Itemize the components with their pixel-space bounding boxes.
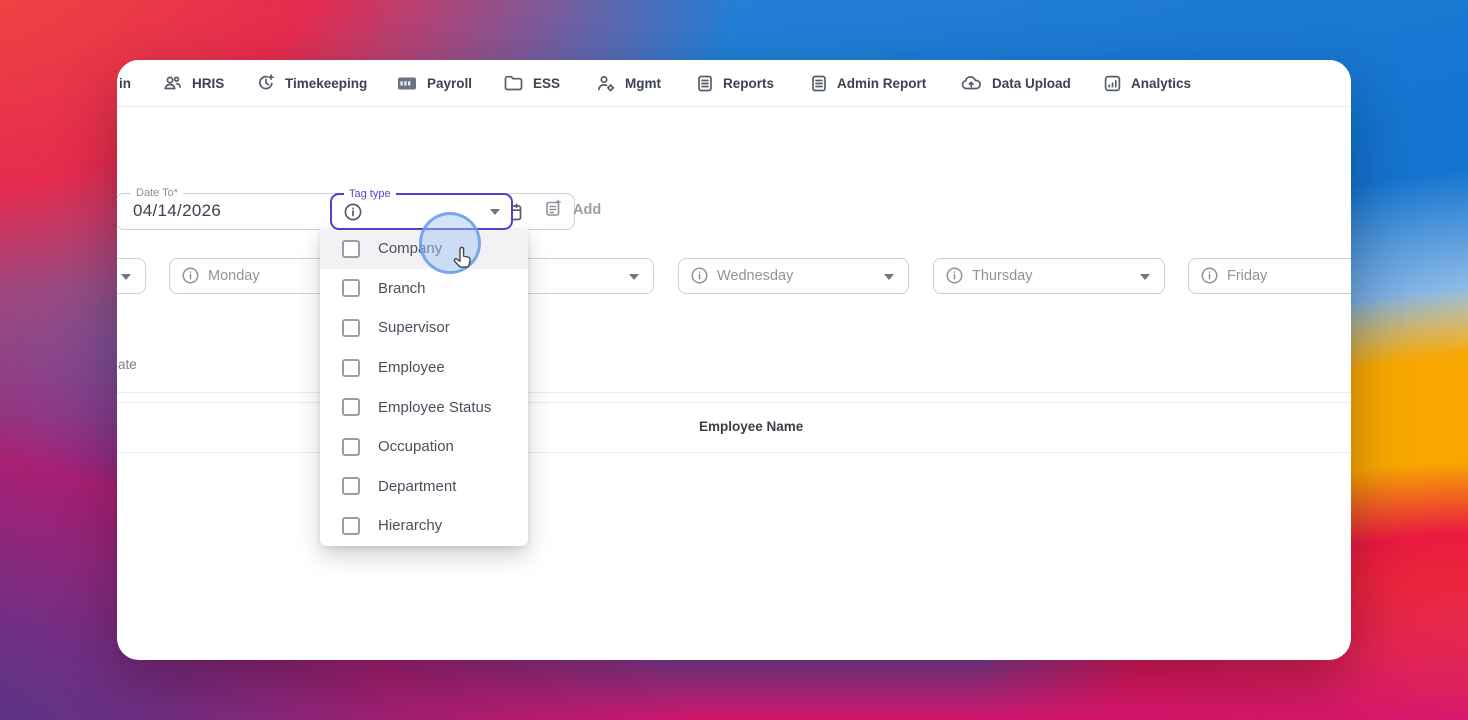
app-window: in HRIS Timekeeping Payroll ESS Mgmt Rep…	[117, 60, 1351, 660]
person-gear-icon	[597, 75, 615, 92]
add-note-icon	[545, 199, 562, 221]
day-select-wednesday[interactable]: Wednesday	[678, 258, 909, 294]
people-icon	[163, 75, 182, 91]
info-icon	[945, 266, 964, 290]
cloud-upload-icon	[961, 75, 982, 91]
chevron-down-icon	[121, 274, 131, 280]
nav-item-label: HRIS	[192, 75, 225, 91]
day-select-value: Wednesday	[717, 268, 794, 284]
chevron-down-icon	[1140, 274, 1150, 280]
nav-item-label: ESS	[533, 75, 561, 91]
day-select-partial[interactable]	[117, 258, 146, 294]
add-button-label: Add	[573, 202, 602, 218]
info-icon	[690, 266, 709, 290]
partial-left-text: ate	[118, 357, 137, 372]
nav-item-ess[interactable]: ESS	[504, 60, 560, 106]
employee-name-column-header: Employee Name	[699, 419, 804, 434]
document-icon	[697, 75, 713, 92]
chevron-down-icon	[884, 274, 894, 280]
checkbox-unchecked[interactable]	[342, 358, 360, 377]
checkbox-unchecked[interactable]	[342, 516, 360, 535]
top-navbar: in HRIS Timekeeping Payroll ESS Mgmt Rep…	[117, 60, 1351, 107]
document-icon	[811, 75, 827, 92]
nav-item-label: in	[119, 75, 131, 91]
tag-type-dropdown-menu: Company Branch Supervisor Employee Emplo…	[320, 229, 528, 546]
nav-item-payroll[interactable]: Payroll	[397, 60, 472, 106]
nav-item-analytics[interactable]: Analytics	[1104, 60, 1191, 106]
chevron-down-icon	[490, 209, 500, 215]
nav-item-label: Payroll	[427, 75, 473, 91]
folder-icon	[504, 75, 523, 91]
nav-item-data-upload[interactable]: Data Upload	[961, 60, 1071, 106]
option-supervisor[interactable]: Supervisor	[320, 308, 528, 348]
day-select-value: Thursday	[972, 268, 1033, 284]
tag-type-select[interactable]: Tag type	[330, 187, 513, 230]
nav-item-admin-report[interactable]: Admin Report	[811, 60, 926, 106]
checkbox-unchecked[interactable]	[342, 477, 360, 496]
checkbox-unchecked[interactable]	[342, 398, 360, 417]
nav-item-hris[interactable]: HRIS	[163, 60, 224, 106]
info-icon	[181, 266, 200, 290]
divider	[117, 392, 1351, 393]
bar-chart-icon	[1104, 75, 1121, 92]
info-icon	[343, 202, 363, 227]
checkbox-unchecked[interactable]	[342, 318, 360, 337]
checkbox-unchecked[interactable]	[342, 437, 360, 456]
day-select-value: Monday	[208, 268, 260, 284]
option-branch[interactable]: Branch	[320, 269, 528, 309]
nav-item-label: Reports	[723, 75, 775, 91]
cash-icon	[397, 76, 417, 91]
nav-item-mgmt[interactable]: Mgmt	[597, 60, 661, 106]
tag-type-label: Tag type	[344, 187, 396, 201]
day-select-value: Friday	[1227, 268, 1268, 284]
add-button[interactable]: Add	[545, 199, 601, 221]
nav-item-label: Mgmt	[625, 75, 661, 91]
info-icon	[1200, 266, 1219, 290]
date-to-value: 04/14/2026	[133, 201, 222, 220]
nav-item-timekeeping[interactable]: Timekeeping	[257, 60, 367, 106]
nav-item-label: Admin Report	[837, 75, 927, 91]
chevron-down-icon	[629, 274, 639, 280]
option-occupation[interactable]: Occupation	[320, 427, 528, 467]
nav-item-admin-partial[interactable]: in	[119, 60, 131, 106]
clock-plus-icon	[257, 74, 275, 92]
option-employee-status[interactable]: Employee Status	[320, 387, 528, 427]
pointer-cursor-icon	[451, 246, 475, 277]
nav-item-label: Analytics	[1131, 75, 1192, 91]
date-to-label: Date To*	[131, 186, 183, 200]
option-employee[interactable]: Employee	[320, 348, 528, 388]
checkbox-unchecked[interactable]	[342, 279, 360, 298]
desktop-wallpaper: in HRIS Timekeeping Payroll ESS Mgmt Rep…	[0, 0, 1468, 720]
option-department[interactable]: Department	[320, 467, 528, 507]
day-select-thursday[interactable]: Thursday	[933, 258, 1165, 294]
nav-item-label: Data Upload	[992, 75, 1071, 91]
table-header-row: Employee Name	[117, 403, 1351, 452]
day-select-friday[interactable]: Friday	[1188, 258, 1351, 294]
checkbox-unchecked[interactable]	[342, 239, 360, 258]
divider	[117, 452, 1351, 453]
option-hierarchy[interactable]: Hierarchy	[320, 506, 528, 546]
nav-item-reports[interactable]: Reports	[697, 60, 774, 106]
nav-item-label: Timekeeping	[285, 75, 368, 91]
